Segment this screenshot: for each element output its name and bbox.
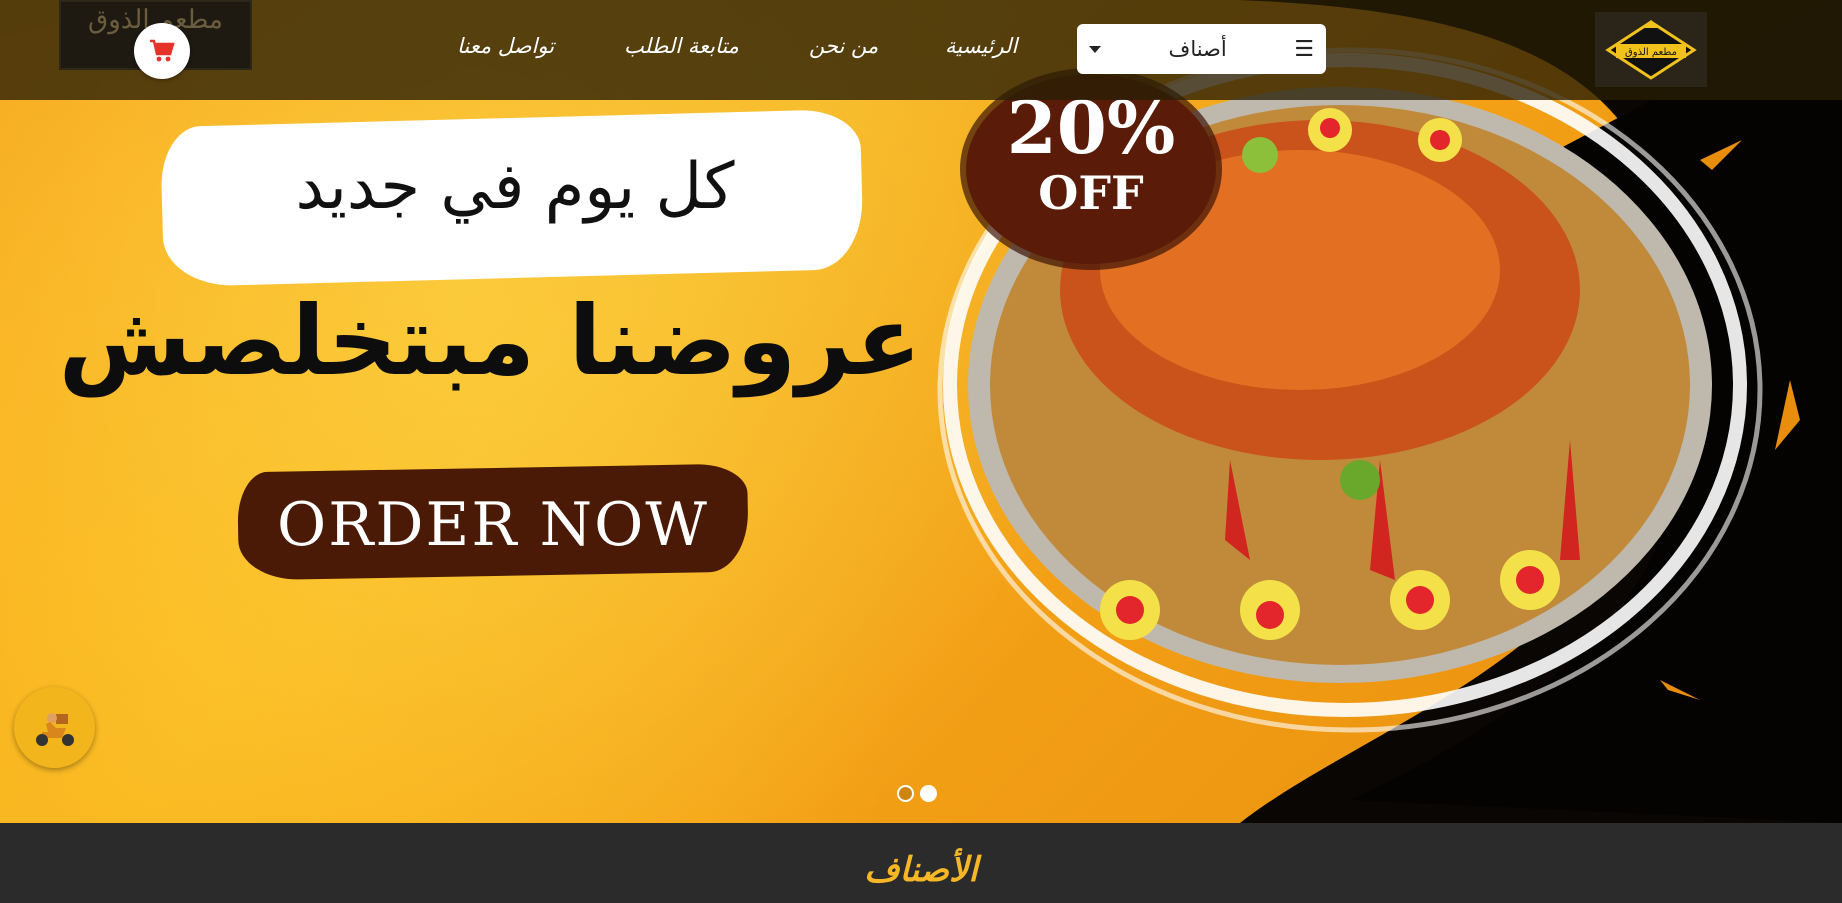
hamburger-icon: ☰ — [1294, 36, 1314, 62]
brand-logo-text: مطعم الذوق — [1625, 47, 1677, 58]
carousel-dot-2[interactable] — [920, 785, 937, 802]
discount-badge: 20% OFF — [966, 74, 1216, 264]
site-header: مطعم الذوق تواصل معنا متابعة الطلب من نح… — [0, 0, 1842, 100]
categories-dropdown-label: أصناف — [1168, 37, 1227, 61]
delivery-scooter-icon — [35, 712, 74, 746]
nav-contact-us[interactable]: تواصل معنا — [457, 34, 554, 64]
discount-percent: 20% — [1006, 85, 1176, 170]
delivery-button[interactable] — [14, 687, 95, 768]
brand-logo[interactable]: مطعم الذوق — [1595, 12, 1707, 87]
section-title: الأصناف — [864, 850, 978, 890]
hero-banner[interactable]: 20% OFF كل يوم في جديد عروضنا مبتخلصش OR… — [0, 0, 1842, 823]
cart-icon — [150, 39, 175, 62]
cart-button[interactable] — [134, 23, 190, 79]
nav-about-us[interactable]: من نحن — [809, 34, 878, 64]
carousel-dots — [897, 785, 937, 802]
carousel-dot-1[interactable] — [897, 785, 914, 802]
brand-logo-emblem: مطعم الذوق — [1605, 19, 1697, 80]
order-now-text[interactable]: ORDER NOW — [238, 490, 748, 560]
categories-dropdown[interactable]: أصناف ☰ — [1077, 24, 1326, 74]
banner-slogan: كل يوم في جديد — [295, 150, 735, 224]
discount-label: OFF — [1038, 166, 1144, 220]
caret-down-icon — [1089, 45, 1101, 53]
nav-home[interactable]: الرئيسية — [945, 34, 1017, 64]
nav-order-tracking[interactable]: متابعة الطلب — [624, 34, 739, 64]
banner-headline: عروضنا مبتخلصش — [58, 285, 924, 397]
